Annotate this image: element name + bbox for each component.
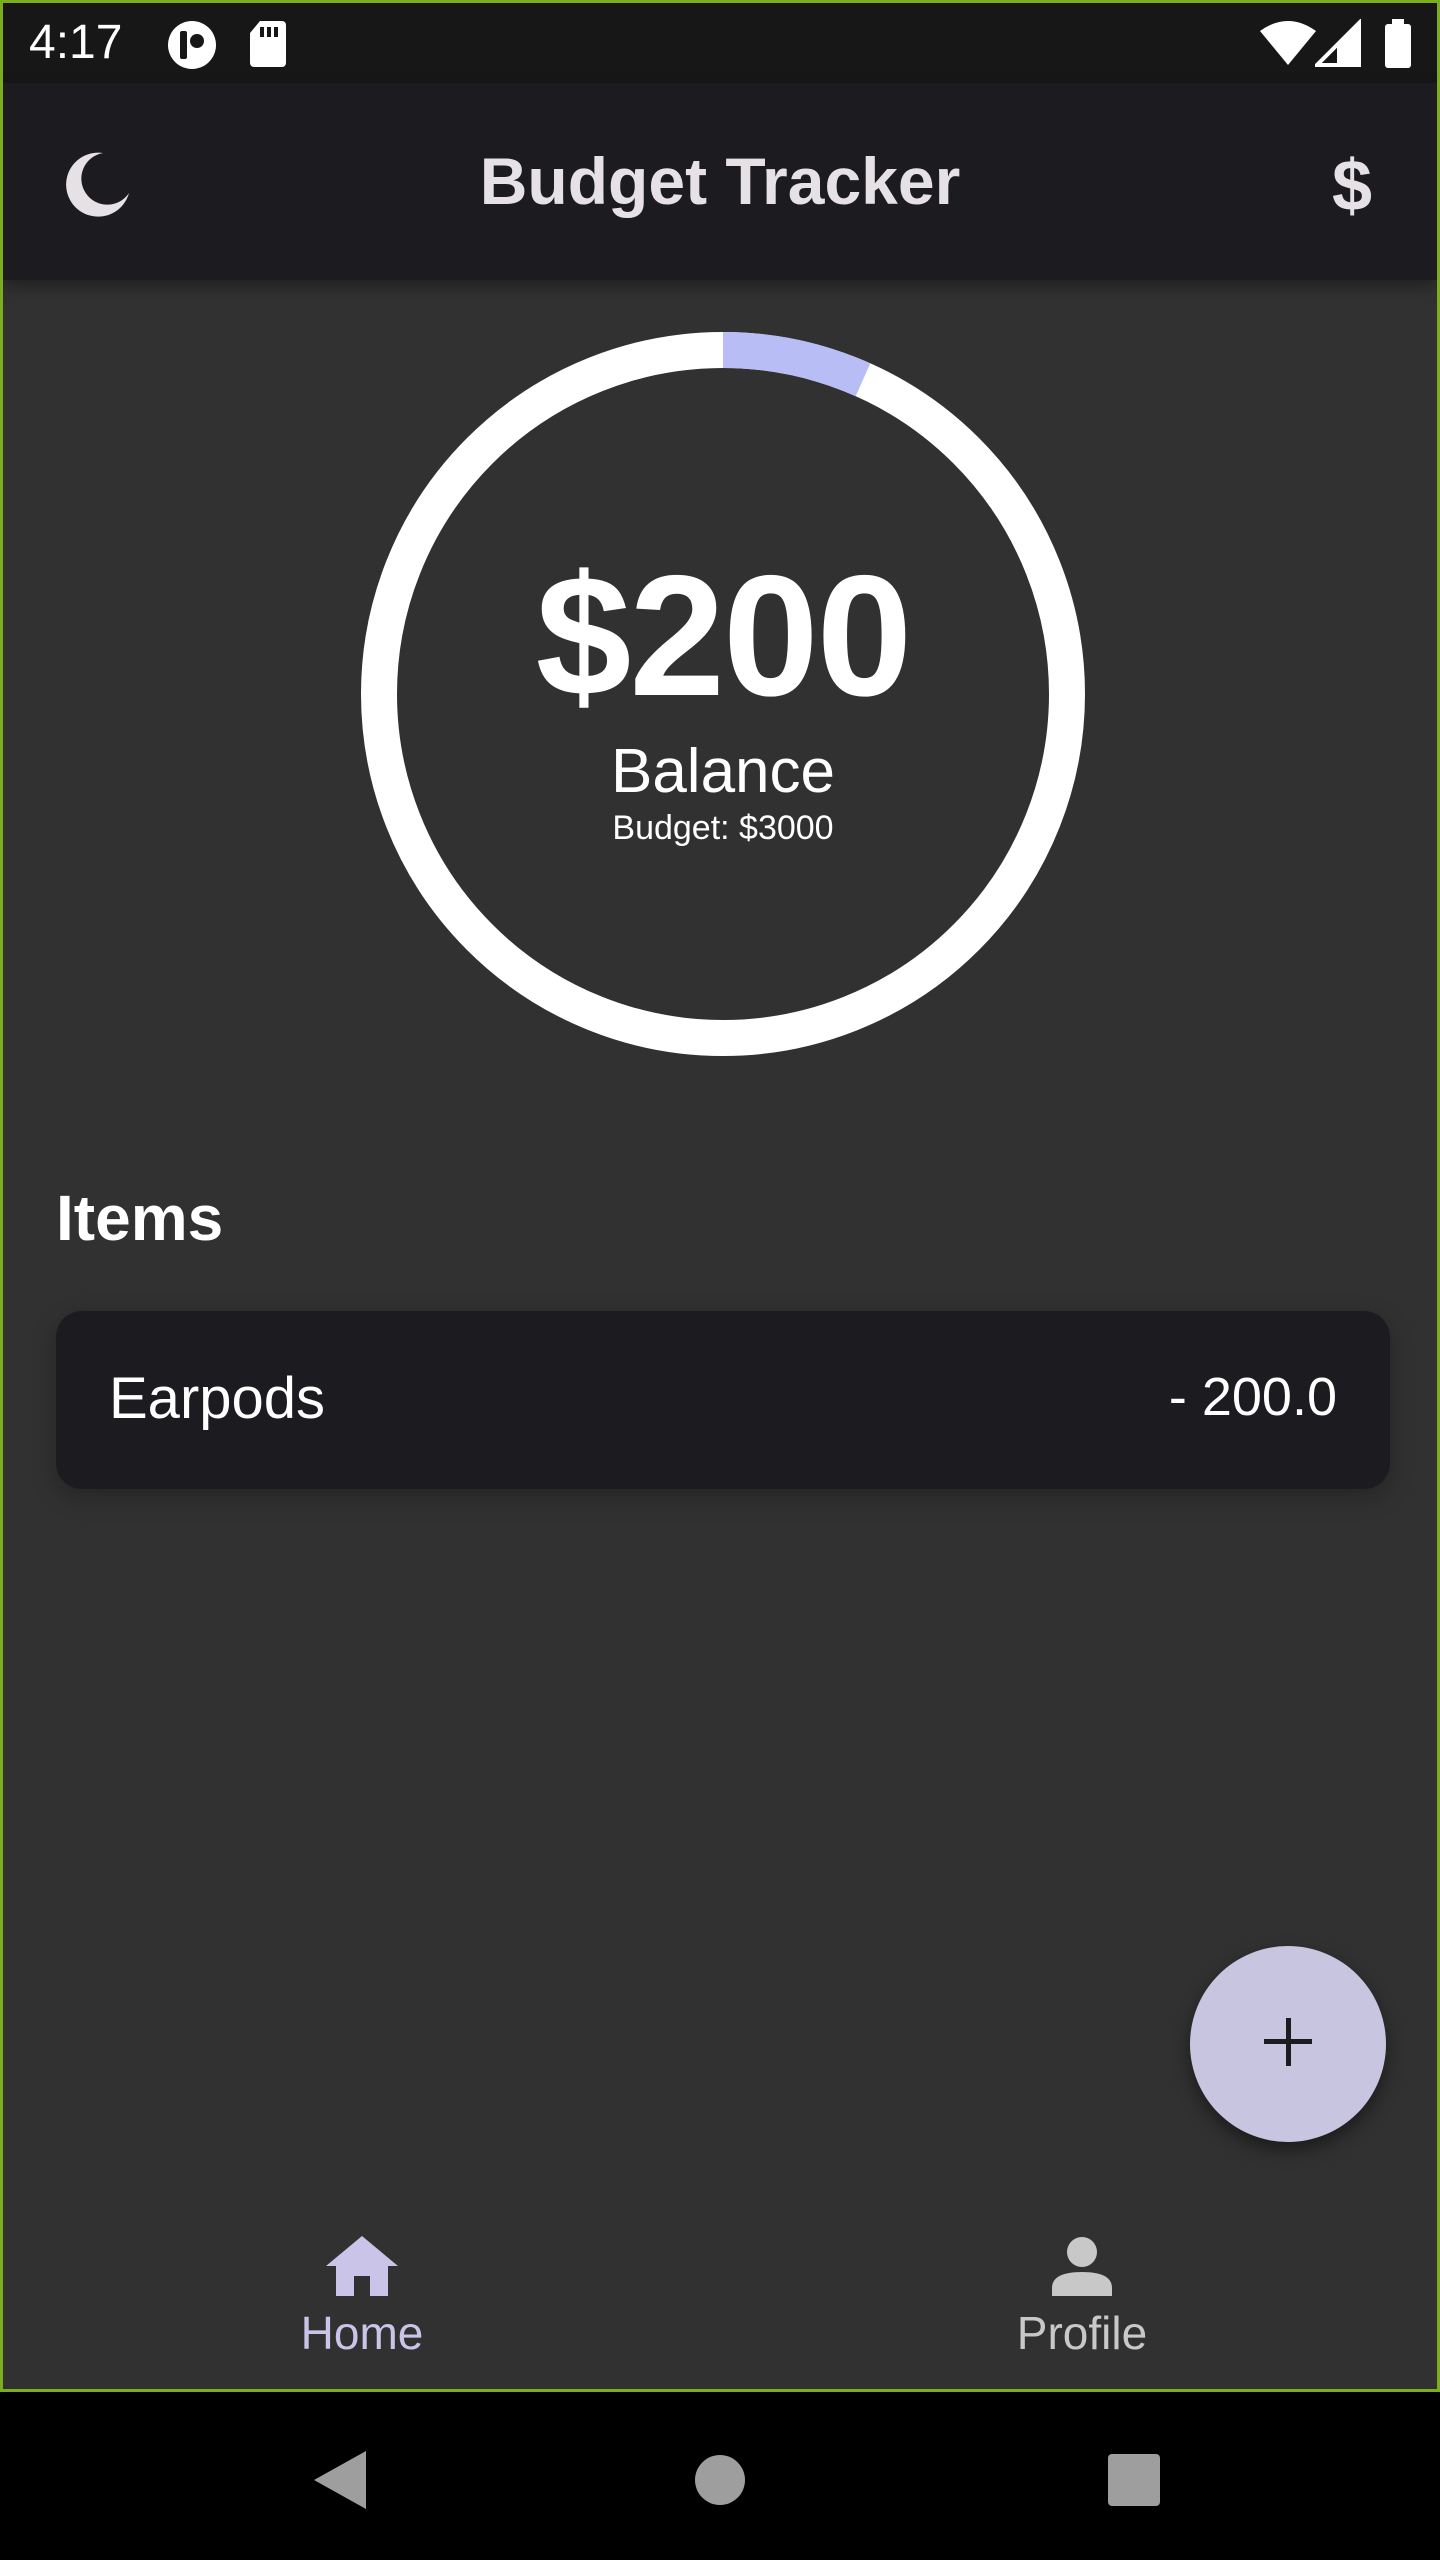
nav-label-profile: Profile [1016, 2307, 1148, 2359]
nav-item-profile[interactable]: Profile [932, 2195, 1232, 2389]
status-time: 4:17 [29, 16, 123, 69]
sd-card-icon [248, 19, 288, 72]
dollar-icon: $ [1331, 146, 1373, 226]
top-app-bar: Budget Tracker $ [3, 83, 1437, 280]
bottom-navigation: Home Profile [3, 2195, 1437, 2389]
app-window: 4:17 Budget Tracker $ $200 Balance Budge… [0, 0, 1440, 2392]
media-icon [166, 19, 218, 76]
back-icon [312, 2449, 368, 2516]
signal-icon [1312, 18, 1363, 72]
page-title: Budget Tracker [479, 144, 961, 218]
back-button[interactable] [300, 2442, 380, 2522]
balance-amount: $200 [535, 540, 913, 732]
plus-icon [1260, 2014, 1316, 2075]
currency-button[interactable]: $ [1307, 141, 1397, 231]
balance-label: Balance [610, 737, 836, 806]
list-item[interactable]: Earpods - 200.0 [56, 1311, 1390, 1489]
system-navigation-bar [0, 2392, 1440, 2560]
recents-button[interactable] [1094, 2442, 1174, 2522]
home-circle-icon [694, 2454, 746, 2511]
battery-icon [1383, 19, 1413, 74]
home-icon [324, 2234, 400, 2303]
person-icon [1050, 2234, 1114, 2303]
status-bar: 4:17 [3, 3, 1437, 83]
item-amount: - 200.0 [1168, 1367, 1337, 1427]
nav-item-home[interactable]: Home [212, 2195, 512, 2389]
device-screen: 4:17 Budget Tracker $ $200 Balance Budge… [0, 0, 1440, 2560]
wifi-icon [1258, 19, 1318, 72]
home-system-button[interactable] [680, 2442, 760, 2522]
item-name: Earpods [109, 1366, 326, 1431]
balance-ring: $200 Balance Budget: $3000 [360, 331, 1086, 1057]
nav-label-home: Home [300, 2307, 424, 2359]
balance-summary: $200 Balance Budget: $3000 [360, 331, 1086, 1057]
add-item-button[interactable] [1190, 1946, 1386, 2142]
items-heading: Items [56, 1182, 224, 1254]
recents-icon [1106, 2452, 1162, 2513]
budget-label: Budget: $3000 [612, 809, 834, 847]
